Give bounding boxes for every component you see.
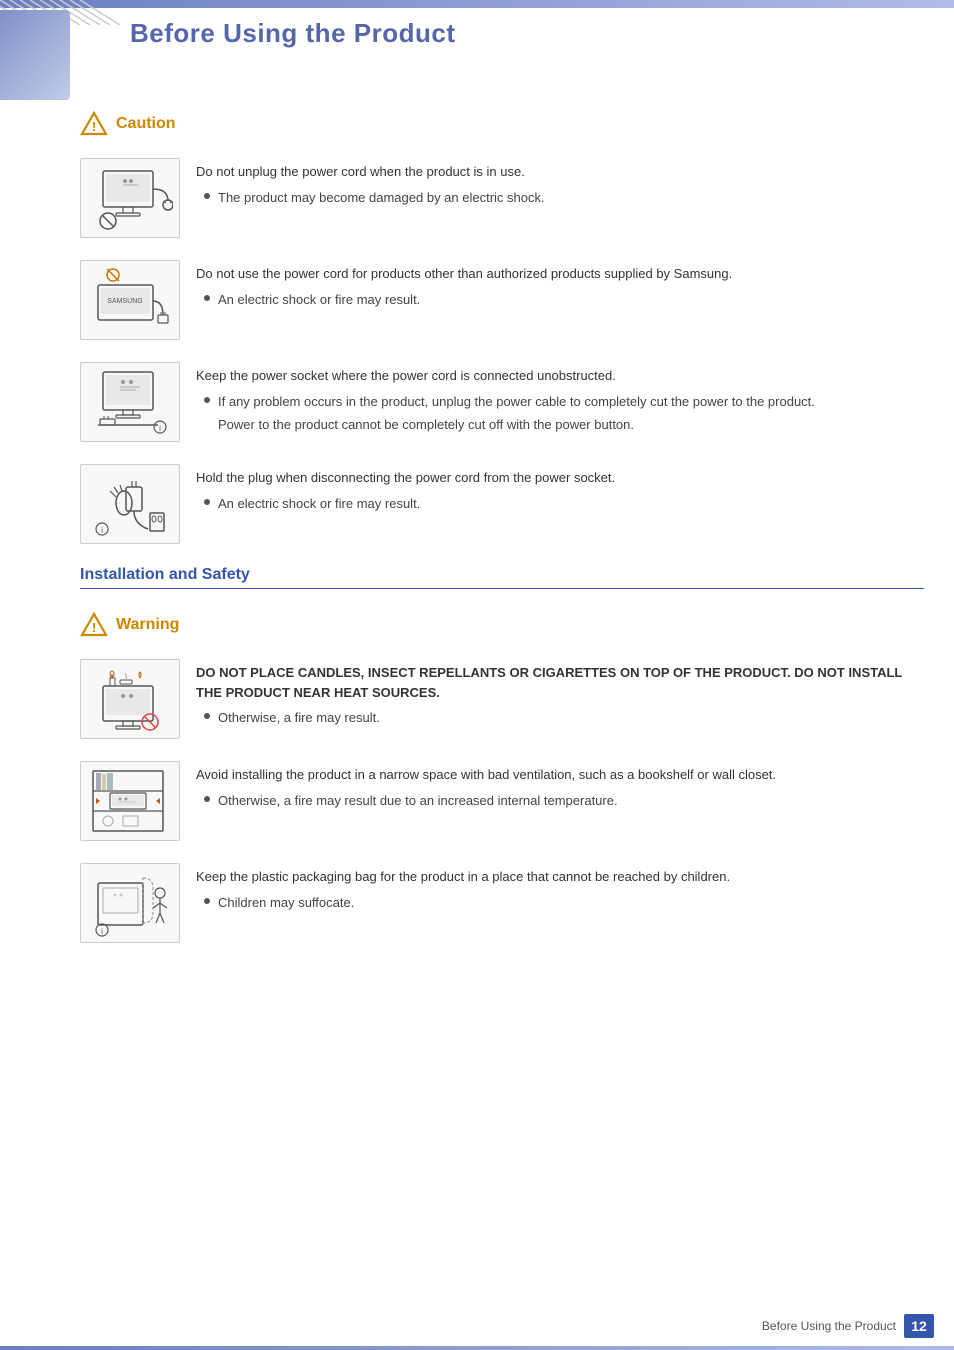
warning-item-2-text: Avoid installing the product in a narrow… [196,761,924,814]
bullet-text: Children may suffocate. [218,893,354,913]
warning-item-3-main: Keep the plastic packaging bag for the p… [196,867,924,887]
caution-triangle-icon: ! [80,110,108,138]
bullet-dot [204,295,210,301]
bullet-text: Otherwise, a fire may result due to an i… [218,791,618,811]
caution-item-3-bullet-1: If any problem occurs in the product, un… [204,392,924,412]
caution-item-2: SAMSUNG Do not use the power cord for pr… [80,260,924,340]
svg-text:!: ! [92,119,96,134]
caution-item-2-bullet-1: An electric shock or fire may result. [204,290,924,310]
warning-label: Warning [116,616,179,634]
warning-item-1-main: DO NOT PLACE CANDLES, INSECT REPELLANTS … [196,663,924,702]
svg-text:SAMSUNG: SAMSUNG [107,298,142,305]
warning-image-1 [80,659,180,739]
warning-item-2-main: Avoid installing the product in a narrow… [196,765,924,785]
footer: Before Using the Product 12 [762,1314,934,1338]
page-number: 12 [904,1314,934,1338]
bullet-text: An electric shock or fire may result. [218,290,420,310]
caution-item-4-bullet-1: An electric shock or fire may result. [204,494,924,514]
warning-header: ! Warning [80,611,924,639]
bullet-dot [204,499,210,505]
caution-image-2: SAMSUNG [80,260,180,340]
caution-image-1 [80,158,180,238]
caution-item-1-main: Do not unplug the power cord when the pr… [196,162,924,182]
caution-image-4: i [80,464,180,544]
caution-item-1-text: Do not unplug the power cord when the pr… [196,158,924,211]
warning-image-2 [80,761,180,841]
bullet-dot [204,796,210,802]
caution-item-4-main: Hold the plug when disconnecting the pow… [196,468,924,488]
caution-item-1-bullet-1: The product may become damaged by an ele… [204,188,924,208]
left-accent-block [0,10,70,100]
bullet-dot [204,193,210,199]
installation-heading: Installation and Safety [80,566,924,589]
caution-item-3-main: Keep the power socket where the power co… [196,366,924,386]
caution-item-4-text: Hold the plug when disconnecting the pow… [196,464,924,517]
page-title: Before Using the Product [130,18,455,49]
warning-item-2-bullet-1: Otherwise, a fire may result due to an i… [204,791,924,811]
svg-text:!: ! [92,620,96,635]
caution-item-4: i Hold the plug when disconnecting the p… [80,464,924,544]
warning-item-3-text: Keep the plastic packaging bag for the p… [196,863,924,916]
caution-item-3-text: Keep the power socket where the power co… [196,362,924,435]
warning-item-3: i Keep the plastic packaging bag for the… [80,863,924,943]
caution-label: Caution [116,115,176,133]
caution-item-2-text: Do not use the power cord for products o… [196,260,924,313]
warning-item-1: DO NOT PLACE CANDLES, INSECT REPELLANTS … [80,659,924,739]
top-bar [0,0,954,8]
caution-header: ! Caution [80,110,924,138]
bullet-dot [204,898,210,904]
warning-triangle-icon: ! [80,611,108,639]
caution-item-3-note: Power to the product cannot be completel… [218,415,924,435]
caution-item-3: i Keep the power socket where the power … [80,362,924,442]
warning-item-1-text: DO NOT PLACE CANDLES, INSECT REPELLANTS … [196,659,924,732]
warning-item-1-bullet-1: Otherwise, a fire may result. [204,708,924,728]
svg-text:i: i [101,526,103,535]
warning-item-2: Avoid installing the product in a narrow… [80,761,924,841]
bullet-dot [204,397,210,403]
bottom-bar [0,1346,954,1350]
caution-item-2-main: Do not use the power cord for products o… [196,264,924,284]
bullet-text: An electric shock or fire may result. [218,494,420,514]
bullet-text: If any problem occurs in the product, un… [218,392,815,412]
svg-text:i: i [159,424,161,433]
bullet-text: Otherwise, a fire may result. [218,708,380,728]
bullet-text: The product may become damaged by an ele… [218,188,545,208]
warning-item-3-bullet-1: Children may suffocate. [204,893,924,913]
caution-item-1: Do not unplug the power cord when the pr… [80,158,924,238]
caution-image-3: i [80,362,180,442]
footer-text: Before Using the Product [762,1319,896,1333]
warning-image-3: i [80,863,180,943]
bullet-dot [204,713,210,719]
svg-text:i: i [101,927,103,936]
main-content: ! Caution [80,110,924,965]
